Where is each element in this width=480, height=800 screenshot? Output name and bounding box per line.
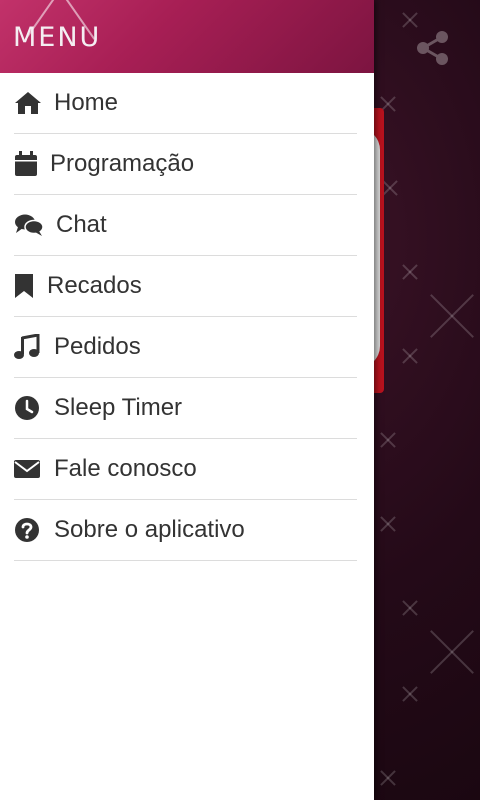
menu-item-label: Home: [54, 89, 119, 116]
question-circle-icon: [14, 515, 44, 545]
bookmark-icon: [14, 271, 44, 301]
menu-item-label: Chat: [56, 211, 107, 238]
menu-item-sobre[interactable]: Sobre o aplicativo: [14, 500, 357, 561]
calendar-icon: [14, 149, 44, 179]
menu-item-label: Programação: [50, 150, 195, 177]
menu-item-label: Sleep Timer: [54, 394, 183, 421]
menu-item-label: Recados: [47, 272, 142, 299]
menu-item-label: Sobre o aplicativo: [54, 516, 245, 543]
chat-icon: [14, 210, 44, 240]
menu-item-sleep-timer[interactable]: Sleep Timer: [14, 378, 357, 439]
clock-icon: [14, 393, 44, 423]
menu-item-recados[interactable]: Recados: [14, 256, 357, 317]
home-icon: [14, 88, 44, 118]
navigation-drawer: MENU Home Programação Chat Recados Pedid…: [0, 0, 374, 800]
share-button[interactable]: [414, 28, 454, 68]
music-note-icon: [14, 332, 44, 362]
menu-item-pedidos[interactable]: Pedidos: [14, 317, 357, 378]
envelope-icon: [14, 454, 44, 484]
menu-item-chat[interactable]: Chat: [14, 195, 357, 256]
drawer-title: MENU: [13, 22, 102, 53]
share-icon: [417, 31, 448, 65]
menu-item-label: Fale conosco: [54, 455, 197, 482]
menu-item-programacao[interactable]: Programação: [14, 134, 357, 195]
menu-list: Home Programação Chat Recados Pedidos Sl…: [0, 73, 374, 561]
menu-item-label: Pedidos: [54, 333, 141, 360]
menu-item-home[interactable]: Home: [14, 73, 357, 134]
menu-item-fale-conosco[interactable]: Fale conosco: [14, 439, 357, 500]
drawer-header: MENU: [0, 0, 374, 73]
